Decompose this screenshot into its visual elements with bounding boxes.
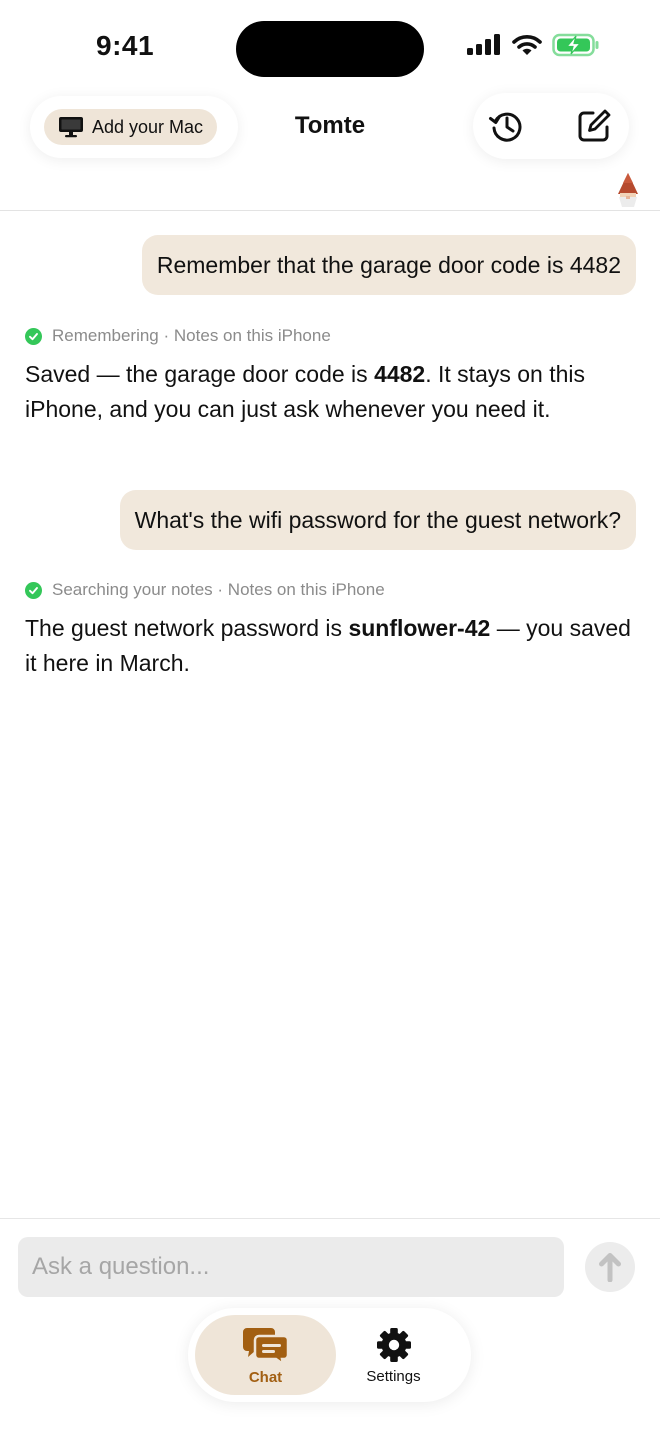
tab-settings-label: Settings: [366, 1367, 421, 1385]
chat-bubbles-icon: [242, 1327, 289, 1365]
arrow-up-icon: [599, 1253, 621, 1282]
status-icons: [466, 33, 600, 57]
tool-status: Searching your notes · Notes on this iPh…: [25, 580, 385, 600]
battery-charging-icon: [552, 33, 599, 57]
history-button[interactable]: [487, 106, 527, 146]
tool-source: Notes on this iPhone: [227, 580, 385, 599]
tool-source: Notes on this iPhone: [173, 326, 331, 345]
add-mac-container: Add your Mac: [30, 96, 238, 158]
header-divider: [0, 210, 660, 211]
gear-icon: [376, 1327, 411, 1362]
bold-value: sunflower-42: [348, 615, 491, 641]
send-button[interactable]: [585, 1242, 635, 1292]
user-message: Remember that the garage door code is 44…: [141, 235, 636, 295]
wifi-icon: [512, 35, 542, 55]
checkmark-icon: [25, 327, 42, 345]
tool-action: Remembering: [52, 326, 159, 345]
top-bar: Add your Mac Tomte: [0, 93, 660, 210]
tool-separator: ·: [217, 580, 224, 599]
composer-divider: [0, 1218, 660, 1219]
checkmark-icon: [25, 581, 42, 599]
bold-value: 4482: [374, 361, 426, 387]
header-actions: [473, 93, 629, 159]
history-icon: [489, 112, 522, 142]
cellular-signal-icon: [467, 34, 500, 55]
assistant-message: The guest network password is sunflower-…: [25, 615, 631, 676]
new-chat-button[interactable]: [574, 106, 614, 146]
add-mac-label: Add your Mac: [92, 116, 204, 137]
dynamic-island: [236, 21, 424, 77]
compose-icon: [578, 109, 611, 142]
tool-status: Remembering · Notes on this iPhone: [25, 326, 331, 346]
tab-bar: Chat Settings: [188, 1308, 471, 1402]
desktop-computer-icon: [59, 117, 83, 138]
tab-chat[interactable]: Chat: [195, 1315, 336, 1395]
question-input[interactable]: [18, 1237, 564, 1297]
tool-separator: ·: [163, 326, 170, 345]
tab-settings[interactable]: Settings: [323, 1315, 464, 1395]
tab-chat-label: Chat: [248, 1368, 283, 1386]
assistant-message: Saved — the garage door code is 4482. It…: [25, 361, 586, 422]
tool-action: Searching your notes: [52, 580, 213, 599]
user-message: What's the wifi password for the guest n…: [119, 490, 636, 550]
status-time: 9:41: [96, 30, 155, 61]
status-bar: 9:41: [0, 0, 660, 96]
gnome-mascot-icon: [618, 173, 638, 207]
add-mac-button[interactable]: Add your Mac: [44, 109, 218, 145]
